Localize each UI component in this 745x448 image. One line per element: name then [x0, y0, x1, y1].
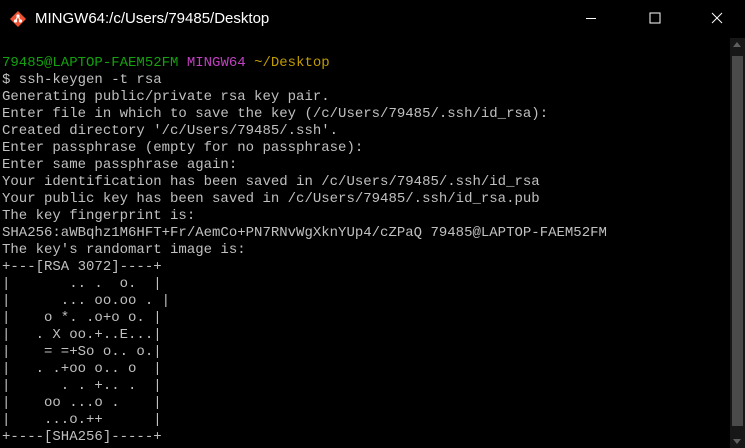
close-icon	[711, 11, 723, 28]
output-line: SHA256:aWBqhz1M6HFT+Fr/AemCo+PN7RNvWgXkn…	[2, 225, 607, 241]
close-button[interactable]	[686, 0, 745, 38]
output-line: Enter passphrase (empty for no passphras…	[2, 140, 364, 156]
minimize-button[interactable]	[560, 0, 622, 38]
prompt-path: ~/Desktop	[254, 55, 330, 71]
output-line: | oo ...o . |	[2, 395, 162, 411]
output-line: +---[RSA 3072]----+	[2, 259, 162, 275]
output-line: Enter same passphrase again:	[2, 157, 238, 173]
output-line: Your public key has been saved in /c/Use…	[2, 191, 540, 207]
output-line: +----[SHA256]-----+	[2, 429, 162, 445]
scroll-up-icon[interactable]	[733, 42, 741, 47]
output-line: | = =+So o.. o.|	[2, 344, 162, 360]
vertical-scrollbar[interactable]	[730, 38, 745, 448]
output-line: | . . +.. . |	[2, 378, 162, 394]
output-line: | ... oo.oo . |	[2, 293, 171, 309]
terminal-window: MINGW64:/c/Users/79485/Desktop 79485@LAP…	[0, 0, 745, 448]
output-line: | ...o.++ |	[2, 412, 162, 428]
prompt-env: MINGW64	[186, 55, 246, 71]
prompt-line: 79485@LAPTOP-FAEM52FM MINGW64 ~/Desktop	[2, 55, 730, 72]
maximize-button[interactable]	[624, 0, 686, 38]
output-line: Enter file in which to save the key (/c/…	[2, 106, 549, 122]
title-bar[interactable]: MINGW64:/c/Users/79485/Desktop	[0, 0, 745, 38]
output-line: | o *. .o+o o. |	[2, 310, 162, 326]
command-output: Generating public/private rsa key pair. E…	[2, 89, 730, 446]
terminal-output[interactable]: 79485@LAPTOP-FAEM52FM MINGW64 ~/Desktop $…	[0, 38, 730, 448]
output-line: The key's randomart image is:	[2, 242, 246, 258]
prompt-user-host: 79485@LAPTOP-FAEM52FM	[2, 55, 179, 71]
output-line: | . X oo.+..E...|	[2, 327, 162, 343]
output-line: | . .+oo o.. o |	[2, 361, 162, 377]
git-bash-icon[interactable]	[9, 10, 27, 28]
command-line: $ ssh-keygen -t rsa	[2, 72, 162, 88]
maximize-icon	[649, 11, 661, 28]
output-line: | .. . o. |	[2, 276, 162, 292]
scroll-down-icon[interactable]	[733, 439, 741, 444]
output-line: Generating public/private rsa key pair.	[2, 89, 330, 105]
output-line: Created directory '/c/Users/79485/.ssh'.	[2, 123, 339, 139]
scroll-thumb[interactable]	[732, 56, 743, 426]
output-line: Your identification has been saved in /c…	[2, 174, 540, 190]
window-title: MINGW64:/c/Users/79485/Desktop	[35, 10, 270, 27]
minimize-icon	[585, 11, 597, 28]
output-line: The key fingerprint is:	[2, 208, 196, 224]
